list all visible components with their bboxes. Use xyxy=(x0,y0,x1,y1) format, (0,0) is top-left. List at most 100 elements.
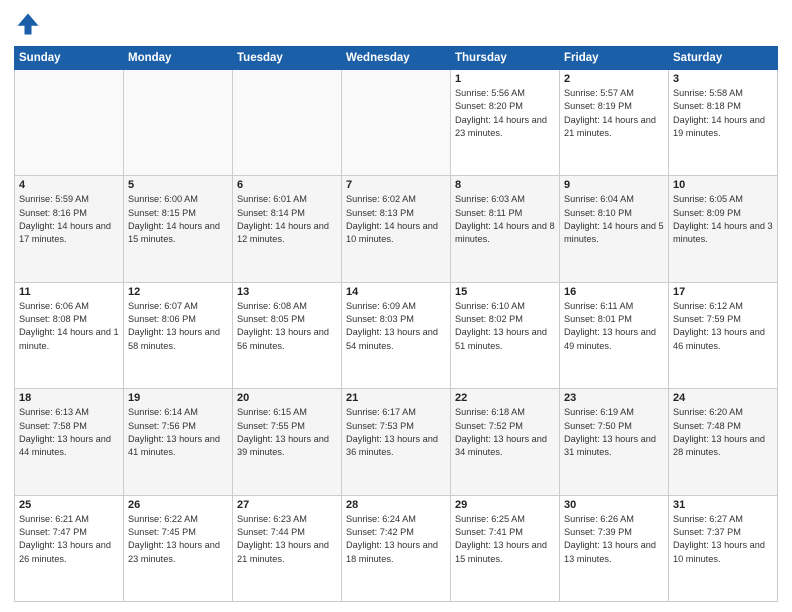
day-info: Sunrise: 6:22 AM Sunset: 7:45 PM Dayligh… xyxy=(128,513,228,566)
day-number: 21 xyxy=(346,392,446,404)
day-info: Sunrise: 6:17 AM Sunset: 7:53 PM Dayligh… xyxy=(346,406,446,459)
day-info: Sunrise: 6:05 AM Sunset: 8:09 PM Dayligh… xyxy=(673,193,773,246)
week-row-5: 25Sunrise: 6:21 AM Sunset: 7:47 PM Dayli… xyxy=(15,495,778,601)
day-number: 18 xyxy=(19,392,119,404)
day-info: Sunrise: 6:19 AM Sunset: 7:50 PM Dayligh… xyxy=(564,406,664,459)
day-info: Sunrise: 6:06 AM Sunset: 8:08 PM Dayligh… xyxy=(19,300,119,353)
calendar-cell: 19 Sunrise: 6:14 AM Sunset: 7:56 PM Dayli… xyxy=(124,389,233,495)
day-info: Sunrise: 6:25 AM Sunset: 7:41 PM Dayligh… xyxy=(455,513,555,566)
day-number: 22 xyxy=(455,392,555,404)
calendar-cell: 23Sunrise: 6:19 AM Sunset: 7:50 PM Dayli… xyxy=(560,389,669,495)
day-info: Sunrise: 6:04 AM Sunset: 8:10 PM Dayligh… xyxy=(564,193,664,246)
day-number: 3 xyxy=(673,73,773,85)
day-info: Sunrise: 6:09 AM Sunset: 8:03 PM Dayligh… xyxy=(346,300,446,353)
day-info: Sunrise: 6:14 AM Sunset: 7:56 PM Dayligh… xyxy=(128,406,228,459)
calendar-cell: 26 Sunrise: 6:22 AM Sunset: 7:45 PM Dayli… xyxy=(124,495,233,601)
calendar-cell: 3Sunrise: 5:58 AM Sunset: 8:18 PM Daylig… xyxy=(669,70,778,176)
day-info: Sunrise: 5:57 AM Sunset: 8:19 PM Dayligh… xyxy=(564,87,664,140)
calendar-cell: 6 Sunrise: 6:01 AM Sunset: 8:14 PM Daylig… xyxy=(233,176,342,282)
calendar-cell: 5Sunrise: 6:00 AM Sunset: 8:15 PM Daylig… xyxy=(124,176,233,282)
day-info: Sunrise: 6:10 AM Sunset: 8:02 PM Dayligh… xyxy=(455,300,555,353)
day-number: 17 xyxy=(673,286,773,298)
days-of-week-row: SundayMondayTuesdayWednesdayThursdayFrid… xyxy=(15,47,778,70)
calendar-cell: 27 Sunrise: 6:23 AM Sunset: 7:44 PM Dayli… xyxy=(233,495,342,601)
calendar-table: SundayMondayTuesdayWednesdayThursdayFrid… xyxy=(14,46,778,602)
calendar-cell: 11 Sunrise: 6:06 AM Sunset: 8:08 PM Dayli… xyxy=(15,282,124,388)
day-number: 12 xyxy=(128,286,228,298)
calendar-cell: 18Sunrise: 6:13 AM Sunset: 7:58 PM Dayli… xyxy=(15,389,124,495)
calendar-cell: 30Sunrise: 6:26 AM Sunset: 7:39 PM Dayli… xyxy=(560,495,669,601)
day-info: Sunrise: 5:59 AM Sunset: 8:16 PM Dayligh… xyxy=(19,193,119,246)
calendar-cell xyxy=(233,70,342,176)
calendar-cell: 20 Sunrise: 6:15 AM Sunset: 7:55 PM Dayli… xyxy=(233,389,342,495)
dow-header-friday: Friday xyxy=(560,47,669,70)
day-info: Sunrise: 6:23 AM Sunset: 7:44 PM Dayligh… xyxy=(237,513,337,566)
dow-header-sunday: Sunday xyxy=(15,47,124,70)
day-info: Sunrise: 6:08 AM Sunset: 8:05 PM Dayligh… xyxy=(237,300,337,353)
day-number: 10 xyxy=(673,179,773,191)
calendar-cell: 21 Sunrise: 6:17 AM Sunset: 7:53 PM Dayli… xyxy=(342,389,451,495)
day-number: 2 xyxy=(564,73,664,85)
day-number: 19 xyxy=(128,392,228,404)
day-number: 16 xyxy=(564,286,664,298)
page: SundayMondayTuesdayWednesdayThursdayFrid… xyxy=(0,0,792,612)
calendar-cell xyxy=(342,70,451,176)
calendar-cell: 29Sunrise: 6:25 AM Sunset: 7:41 PM Dayli… xyxy=(451,495,560,601)
calendar-cell: 13 Sunrise: 6:08 AM Sunset: 8:05 PM Dayli… xyxy=(233,282,342,388)
calendar-cell: 9 Sunrise: 6:04 AM Sunset: 8:10 PM Daylig… xyxy=(560,176,669,282)
day-info: Sunrise: 5:56 AM Sunset: 8:20 PM Dayligh… xyxy=(455,87,555,140)
day-info: Sunrise: 6:02 AM Sunset: 8:13 PM Dayligh… xyxy=(346,193,446,246)
calendar-body: 1Sunrise: 5:56 AM Sunset: 8:20 PM Daylig… xyxy=(15,70,778,602)
day-number: 27 xyxy=(237,499,337,511)
day-number: 26 xyxy=(128,499,228,511)
day-number: 6 xyxy=(237,179,337,191)
day-number: 13 xyxy=(237,286,337,298)
day-info: Sunrise: 6:20 AM Sunset: 7:48 PM Dayligh… xyxy=(673,406,773,459)
calendar-cell: 17 Sunrise: 6:12 AM Sunset: 7:59 PM Dayli… xyxy=(669,282,778,388)
day-number: 30 xyxy=(564,499,664,511)
dow-header-tuesday: Tuesday xyxy=(233,47,342,70)
day-number: 4 xyxy=(19,179,119,191)
day-info: Sunrise: 6:18 AM Sunset: 7:52 PM Dayligh… xyxy=(455,406,555,459)
day-info: Sunrise: 6:03 AM Sunset: 8:11 PM Dayligh… xyxy=(455,193,555,246)
calendar-cell: 4 Sunrise: 5:59 AM Sunset: 8:16 PM Daylig… xyxy=(15,176,124,282)
day-info: Sunrise: 6:11 AM Sunset: 8:01 PM Dayligh… xyxy=(564,300,664,353)
day-number: 25 xyxy=(19,499,119,511)
dow-header-wednesday: Wednesday xyxy=(342,47,451,70)
day-number: 28 xyxy=(346,499,446,511)
calendar-cell: 14 Sunrise: 6:09 AM Sunset: 8:03 PM Dayli… xyxy=(342,282,451,388)
day-number: 14 xyxy=(346,286,446,298)
calendar-cell: 1Sunrise: 5:56 AM Sunset: 8:20 PM Daylig… xyxy=(451,70,560,176)
logo xyxy=(14,10,46,38)
dow-header-saturday: Saturday xyxy=(669,47,778,70)
day-number: 24 xyxy=(673,392,773,404)
day-info: Sunrise: 6:12 AM Sunset: 7:59 PM Dayligh… xyxy=(673,300,773,353)
day-number: 15 xyxy=(455,286,555,298)
day-number: 20 xyxy=(237,392,337,404)
day-number: 7 xyxy=(346,179,446,191)
calendar-cell: 2 Sunrise: 5:57 AM Sunset: 8:19 PM Daylig… xyxy=(560,70,669,176)
week-row-2: 4 Sunrise: 5:59 AM Sunset: 8:16 PM Daylig… xyxy=(15,176,778,282)
calendar-cell: 16 Sunrise: 6:11 AM Sunset: 8:01 PM Dayli… xyxy=(560,282,669,388)
day-info: Sunrise: 6:07 AM Sunset: 8:06 PM Dayligh… xyxy=(128,300,228,353)
week-row-1: 1Sunrise: 5:56 AM Sunset: 8:20 PM Daylig… xyxy=(15,70,778,176)
calendar-cell xyxy=(15,70,124,176)
day-number: 8 xyxy=(455,179,555,191)
calendar-cell: 25Sunrise: 6:21 AM Sunset: 7:47 PM Dayli… xyxy=(15,495,124,601)
day-info: Sunrise: 6:15 AM Sunset: 7:55 PM Dayligh… xyxy=(237,406,337,459)
day-number: 11 xyxy=(19,286,119,298)
calendar-cell: 28Sunrise: 6:24 AM Sunset: 7:42 PM Dayli… xyxy=(342,495,451,601)
calendar-cell xyxy=(124,70,233,176)
calendar-cell: 12 Sunrise: 6:07 AM Sunset: 8:06 PM Dayli… xyxy=(124,282,233,388)
logo-icon xyxy=(14,10,42,38)
calendar-cell: 15 Sunrise: 6:10 AM Sunset: 8:02 PM Dayli… xyxy=(451,282,560,388)
dow-header-monday: Monday xyxy=(124,47,233,70)
calendar-cell: 10 Sunrise: 6:05 AM Sunset: 8:09 PM Dayli… xyxy=(669,176,778,282)
dow-header-thursday: Thursday xyxy=(451,47,560,70)
calendar-cell: 31Sunrise: 6:27 AM Sunset: 7:37 PM Dayli… xyxy=(669,495,778,601)
header xyxy=(14,10,778,38)
day-number: 9 xyxy=(564,179,664,191)
calendar-cell: 22 Sunrise: 6:18 AM Sunset: 7:52 PM Dayli… xyxy=(451,389,560,495)
day-number: 5 xyxy=(128,179,228,191)
day-info: Sunrise: 6:01 AM Sunset: 8:14 PM Dayligh… xyxy=(237,193,337,246)
